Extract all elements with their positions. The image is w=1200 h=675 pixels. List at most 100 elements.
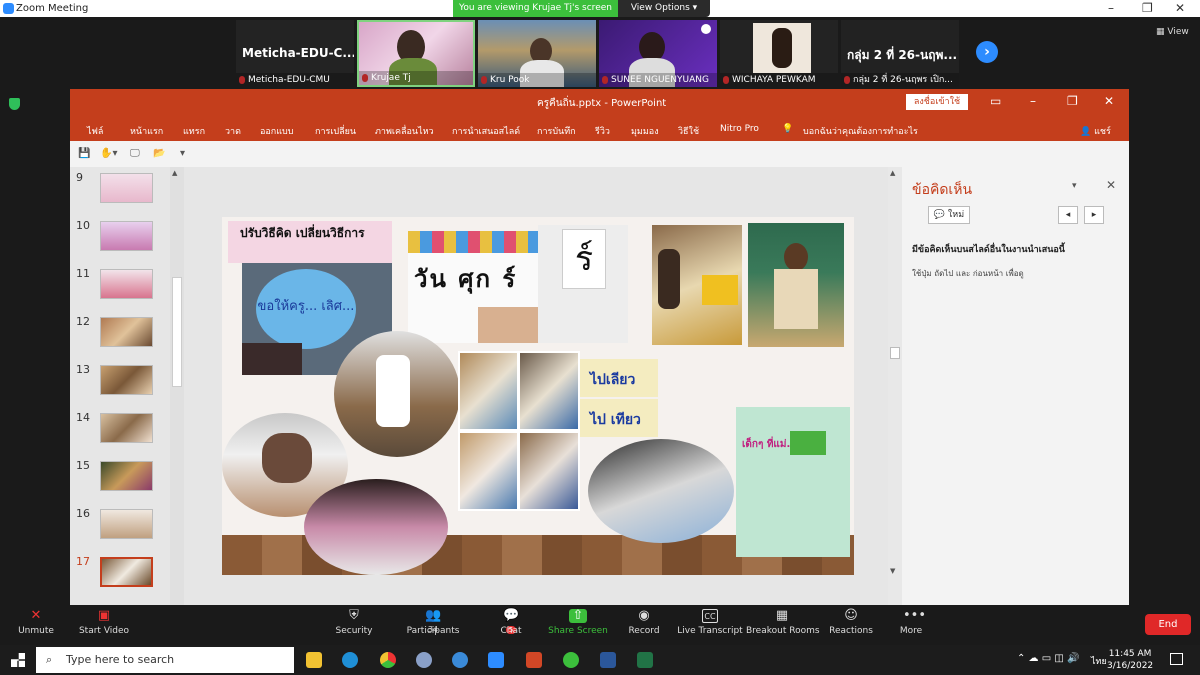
tell-me-input[interactable]: บอกฉันว่าคุณต้องการทำอะไร <box>803 124 918 138</box>
taskbar-search-input[interactable]: ⌕ Type here to search <box>36 647 294 673</box>
start-video-button[interactable]: ▣ Start Video <box>68 605 140 645</box>
thumbnail-item[interactable]: 12 <box>70 313 170 357</box>
share-screen-button[interactable]: ⇧ Share Screen <box>542 605 614 645</box>
breakout-rooms-button[interactable]: ▦ Breakout Rooms <box>746 605 820 645</box>
ribbon-tabs: ไฟล์ หน้าแรก แทรก วาด ออกแบบ การเปลี่ยน … <box>70 116 1129 141</box>
restore-icon[interactable]: ❐ <box>1142 1 1153 15</box>
scroll-up-icon[interactable]: ▲ <box>890 169 895 177</box>
tab-draw[interactable]: วาด <box>225 124 241 138</box>
chat-button[interactable]: 💬5 Chat <box>475 605 547 645</box>
view-options-button[interactable]: View Options ▾ <box>618 0 710 17</box>
more-button[interactable]: ••• More <box>875 605 947 645</box>
word-app-icon[interactable] <box>600 652 616 668</box>
taskbar-clock[interactable]: 11:45 AM 3/16/2022 <box>1107 648 1153 672</box>
share-screen-icon: ⇧ <box>569 609 587 623</box>
save-icon[interactable]: 💾 <box>78 148 90 159</box>
chrome-icon[interactable] <box>380 652 396 668</box>
presenter-icon[interactable]: 🖵 <box>130 148 140 159</box>
file-explorer-icon[interactable] <box>306 652 322 668</box>
sign-in-button[interactable]: ลงชื่อเข้าใช้ <box>906 94 968 110</box>
zoom-app-icon[interactable] <box>488 652 504 668</box>
edge-icon[interactable] <box>342 652 358 668</box>
participants-button[interactable]: 👥34 Participants <box>397 605 469 645</box>
tab-help[interactable]: วิธีใช้ <box>678 124 699 138</box>
system-tray-icons[interactable]: ⌃ ☁ ▭ ◫ 🔊 <box>1017 653 1079 664</box>
participant-tile[interactable]: SUNEE NGUENYUANG <box>599 20 717 87</box>
scroll-thumb[interactable] <box>172 277 182 387</box>
touch-mode-icon[interactable]: ✋▾ <box>100 148 117 159</box>
letter-card-photo: ร์ <box>538 225 628 343</box>
flowers-decoration <box>408 231 538 253</box>
tab-review[interactable]: รีวิว <box>595 124 610 138</box>
tab-slideshow[interactable]: การนำเสนอสไลด์ <box>452 124 520 138</box>
excel-app-icon[interactable] <box>637 652 653 668</box>
unmute-button[interactable]: ✕ Unmute <box>0 605 72 645</box>
shield-icon: ⛨ <box>349 608 359 623</box>
participant-name: กลุ่ม 2 ที่ 26-นฤพร เปิก... <box>841 73 959 87</box>
security-button[interactable]: ⛨ Security <box>318 605 390 645</box>
tab-insert[interactable]: แทรก <box>183 124 205 138</box>
next-page-arrow-icon[interactable]: › <box>976 41 998 63</box>
restore-icon[interactable]: ❐ <box>1067 94 1078 108</box>
record-button[interactable]: ◉ Record <box>608 605 680 645</box>
tab-view[interactable]: มุมมอง <box>631 124 659 138</box>
close-pane-icon[interactable]: ✕ <box>1106 178 1116 192</box>
participant-tile[interactable]: WICHAYA PEWKAM <box>720 20 838 87</box>
breakout-icon: ▦ <box>775 608 789 623</box>
previous-comment-icon[interactable]: ◂ <box>1058 206 1078 224</box>
thumbnail-scrollbar[interactable]: ▲ <box>170 167 184 605</box>
open-folder-icon[interactable]: 📂 <box>153 148 165 159</box>
view-button[interactable]: ▦ View <box>1156 27 1189 37</box>
share-button[interactable]: 👤 แชร์ <box>1080 124 1111 138</box>
scroll-up-icon[interactable]: ▲ <box>172 169 177 177</box>
scroll-down-icon[interactable]: ▼ <box>890 567 895 575</box>
thumbnail-number: 12 <box>76 315 90 328</box>
live-transcript-button[interactable]: CC Live Transcript <box>674 605 746 645</box>
view-options-label: View Options <box>630 3 690 13</box>
close-icon[interactable]: ✕ <box>1175 1 1185 15</box>
tab-design[interactable]: ออกแบบ <box>260 124 294 138</box>
language-indicator[interactable]: ไทย <box>1091 654 1107 668</box>
scroll-thumb[interactable] <box>890 347 900 359</box>
next-comment-icon[interactable]: ▸ <box>1084 206 1104 224</box>
ribbon-display-icon[interactable]: ▭ <box>990 94 1001 108</box>
participant-tile-active[interactable]: Krujae Tj <box>357 20 475 87</box>
close-icon[interactable]: ✕ <box>1104 94 1114 108</box>
powerpoint-app-icon[interactable] <box>526 652 542 668</box>
thumbnail-item[interactable]: 11 <box>70 265 170 309</box>
minimize-icon[interactable]: – <box>1108 1 1114 15</box>
participants-label: Participants <box>406 626 460 636</box>
thumbnail-item[interactable]: 14 <box>70 409 170 453</box>
customize-toolbar-icon[interactable]: ▾ <box>180 148 185 159</box>
thumbnail-image <box>100 221 153 251</box>
tab-home[interactable]: หน้าแรก <box>130 124 163 138</box>
participant-tile[interactable]: Meticha-EDU-C... Meticha-EDU-CMU <box>236 20 354 87</box>
pane-options-icon[interactable]: ▾ <box>1072 181 1077 191</box>
app-icon[interactable] <box>452 652 468 668</box>
slide-scrollbar[interactable]: ▲ ▼ <box>888 167 902 605</box>
thumbnail-item-selected[interactable]: 17 <box>70 553 170 597</box>
app-icon[interactable] <box>416 652 432 668</box>
participant-tile[interactable]: กลุ่ม 2 ที่ 26-นฤพ... กลุ่ม 2 ที่ 26-นฤพ… <box>841 20 959 87</box>
thumbnail-item[interactable]: 10 <box>70 217 170 261</box>
participant-tile[interactable]: Kru Pook <box>478 20 596 87</box>
tab-transitions[interactable]: การเปลี่ยน <box>315 124 356 138</box>
windows-start-icon[interactable] <box>11 653 25 667</box>
minimize-icon[interactable]: – <box>1030 94 1036 108</box>
current-slide[interactable]: ปรับวิธีคิด เปลี่ยนวิธีการ ขอให้ครู... เ… <box>222 217 854 575</box>
line-app-icon[interactable] <box>563 652 579 668</box>
tab-recording[interactable]: การบันทึก <box>537 124 576 138</box>
thumbnail-item[interactable]: 15 <box>70 457 170 501</box>
tab-animations[interactable]: ภาพเคลื่อนไหว <box>375 124 434 138</box>
new-comment-button[interactable]: 💬 ใหม่ <box>928 206 970 224</box>
tab-file[interactable]: ไฟล์ <box>87 124 103 138</box>
word-cards-photo: วัน ศุก ร์ <box>408 231 538 343</box>
notifications-icon[interactable] <box>1170 653 1183 665</box>
thumbnail-item[interactable]: 13 <box>70 361 170 405</box>
end-meeting-button[interactable]: End <box>1145 614 1191 635</box>
meeting-controls: ✕ Unmute ▣ Start Video ⛨ Security 👥34 Partic… <box>0 605 1200 645</box>
security-shield-icon <box>9 98 20 110</box>
tab-nitro[interactable]: Nitro Pro <box>720 124 759 134</box>
thumbnail-item[interactable]: 16 <box>70 505 170 549</box>
thumbnail-item[interactable]: 9 <box>70 169 170 213</box>
